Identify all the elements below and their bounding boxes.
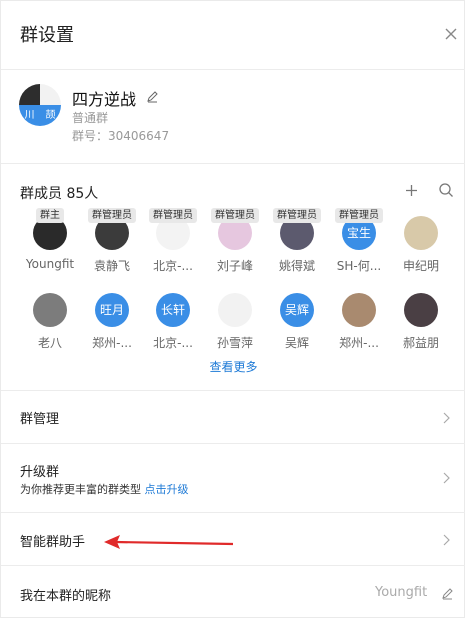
- member-name: 吴辉: [284, 336, 309, 350]
- member-item[interactable]: 长轩 北京-...: [142, 293, 204, 357]
- member-item[interactable]: 吴辉 吴辉: [266, 293, 328, 357]
- member-role-badge: 群管理员: [88, 208, 136, 223]
- member-item[interactable]: 宝生 群管理员 SH-何...: [328, 208, 390, 280]
- upgrade-link[interactable]: 点击升级: [145, 483, 189, 496]
- member-item[interactable]: 申纪明: [390, 216, 452, 280]
- upgrade-sub-text: 为你推荐更丰富的群类型: [20, 483, 141, 496]
- my-nickname-row[interactable]: 我在本群的昵称 Youngfit: [1, 566, 465, 618]
- members-title: 群成员 85人: [20, 186, 99, 202]
- member-avatar: 吴辉: [280, 293, 314, 327]
- edit-nickname-icon[interactable]: [441, 587, 454, 600]
- member-role-badge: 群管理员: [273, 208, 321, 223]
- divider: [1, 163, 465, 164]
- member-item[interactable]: 孙雪萍: [204, 293, 266, 357]
- member-item[interactable]: 群管理员 北京-...: [142, 208, 204, 280]
- member-name: 老八: [37, 336, 62, 350]
- member-role-badge: 群主: [36, 208, 64, 223]
- member-role-badge: 群管理员: [335, 208, 383, 223]
- row-label: 我在本群的昵称: [20, 589, 112, 604]
- member-name: Youngfit: [25, 257, 75, 271]
- close-icon[interactable]: [442, 25, 460, 43]
- member-name: 袁静飞: [93, 259, 130, 273]
- add-member-icon[interactable]: [404, 183, 419, 198]
- row-label: 群管理: [20, 412, 60, 427]
- member-name: 姚得斌: [278, 259, 315, 273]
- member-item[interactable]: 群管理员 袁静飞: [81, 208, 143, 280]
- member-name: 北京-...: [153, 259, 193, 273]
- member-role-badge: 群管理员: [149, 208, 197, 223]
- group-name: 四方逆战: [72, 90, 137, 109]
- chevron-right-icon: [443, 412, 450, 424]
- member-item[interactable]: 老八: [19, 293, 81, 357]
- avatar-quadrant-label: 颉: [40, 105, 61, 126]
- member-name: 郝益朋: [402, 336, 439, 350]
- avatar-quadrant-label: 川: [19, 105, 40, 126]
- group-avatar[interactable]: 川 颉: [19, 84, 61, 126]
- avatar-quadrant: [19, 84, 40, 105]
- row-label: 升级群: [20, 465, 60, 480]
- upgrade-description: 为你推荐更丰富的群类型 点击升级: [20, 481, 189, 497]
- member-name: 孙雪萍: [216, 336, 253, 350]
- member-avatar: [342, 293, 376, 327]
- member-avatar: [404, 216, 438, 250]
- member-item[interactable]: 郝益朋: [390, 293, 452, 357]
- member-name: 郑州-...: [339, 336, 379, 350]
- header: 群设置: [1, 1, 465, 69]
- member-name: 申纪明: [402, 259, 439, 273]
- group-id: 群号：30406647: [72, 129, 170, 143]
- group-manage-row[interactable]: 群管理: [1, 391, 465, 443]
- member-name: 北京-...: [153, 336, 193, 350]
- group-settings-panel: 群设置 川 颉 四方逆战 普通群 群号：30406647 群成员 85人 群主 …: [0, 0, 465, 618]
- members-header: 群成员 85人: [1, 177, 465, 207]
- member-item[interactable]: 群管理员 刘子峰: [204, 208, 266, 280]
- page-title: 群设置: [20, 25, 74, 46]
- group-type: 普通群: [72, 111, 109, 125]
- edit-name-icon[interactable]: [146, 90, 159, 103]
- avatar-quadrant: [40, 84, 61, 105]
- nickname-value: Youngfit: [375, 585, 428, 600]
- annotation-arrow-icon: [104, 535, 234, 549]
- search-icon[interactable]: [438, 182, 454, 198]
- member-name: SH-何...: [336, 259, 382, 273]
- chevron-right-icon: [443, 534, 450, 546]
- member-role-badge: 群管理员: [211, 208, 259, 223]
- member-avatar: [404, 293, 438, 327]
- member-name: 郑州-...: [92, 336, 132, 350]
- member-avatar: [33, 293, 67, 327]
- member-name: 刘子峰: [216, 259, 253, 273]
- see-more-link[interactable]: 查看更多: [1, 358, 465, 375]
- member-avatar: [218, 293, 252, 327]
- member-avatar: 长轩: [156, 293, 190, 327]
- row-label: 智能群助手: [20, 535, 86, 550]
- upgrade-group-row[interactable]: 升级群 为你推荐更丰富的群类型 点击升级: [1, 444, 465, 512]
- member-item[interactable]: 群主 Youngfit: [19, 208, 81, 280]
- member-item[interactable]: 旺月 郑州-...: [81, 293, 143, 357]
- group-info: 川 颉 四方逆战 普通群 群号：30406647: [1, 69, 465, 163]
- member-item[interactable]: 群管理员 姚得斌: [266, 208, 328, 280]
- chevron-right-icon: [443, 472, 450, 484]
- member-avatar: 旺月: [95, 293, 129, 327]
- member-item[interactable]: 郑州-...: [328, 293, 390, 357]
